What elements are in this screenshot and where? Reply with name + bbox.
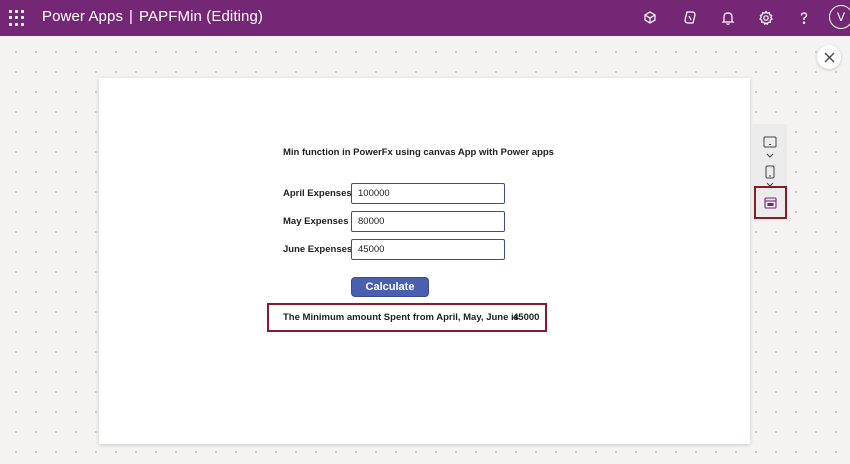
canvas-heading: Min function in PowerFx using canvas App… bbox=[283, 147, 554, 158]
user-avatar[interactable]: V bbox=[829, 5, 850, 29]
app-canvas: Min function in PowerFx using canvas App… bbox=[99, 78, 750, 444]
tablet-icon[interactable] bbox=[762, 134, 778, 150]
calendar-highlight-box bbox=[754, 186, 787, 219]
result-box: The Minimum amount Spent from April, May… bbox=[267, 303, 547, 332]
app-name: PAPFMin (Editing) bbox=[139, 8, 264, 25]
app-title: Power Apps | PAPFMin (Editing) bbox=[42, 8, 263, 25]
environment-icon[interactable] bbox=[639, 7, 661, 29]
calculate-button[interactable]: Calculate bbox=[351, 277, 429, 297]
june-expenses-input[interactable] bbox=[351, 239, 505, 260]
chevron-down-icon[interactable] bbox=[764, 151, 776, 159]
result-value: 45000 bbox=[513, 312, 540, 323]
close-icon bbox=[824, 52, 834, 62]
june-expenses-label: June Expenses bbox=[283, 244, 353, 255]
settings-icon[interactable] bbox=[755, 7, 777, 29]
may-expenses-label: May Expenses bbox=[283, 216, 349, 227]
notifications-icon[interactable] bbox=[717, 7, 739, 29]
product-name: Power Apps bbox=[42, 8, 124, 25]
april-expenses-input[interactable] bbox=[351, 183, 505, 204]
waffle-icon[interactable] bbox=[9, 10, 25, 26]
help-icon[interactable] bbox=[793, 7, 815, 29]
top-bar: Power Apps | PAPFMin (Editing) V bbox=[0, 0, 850, 36]
phone-icon[interactable] bbox=[762, 164, 778, 180]
result-label: The Minimum amount Spent from April, May… bbox=[283, 312, 519, 323]
title-separator: | bbox=[129, 8, 134, 25]
close-button[interactable] bbox=[817, 45, 841, 69]
copilot-icon[interactable] bbox=[679, 7, 701, 29]
april-expenses-label: April Expenses bbox=[283, 188, 352, 199]
may-expenses-input[interactable] bbox=[351, 211, 505, 232]
